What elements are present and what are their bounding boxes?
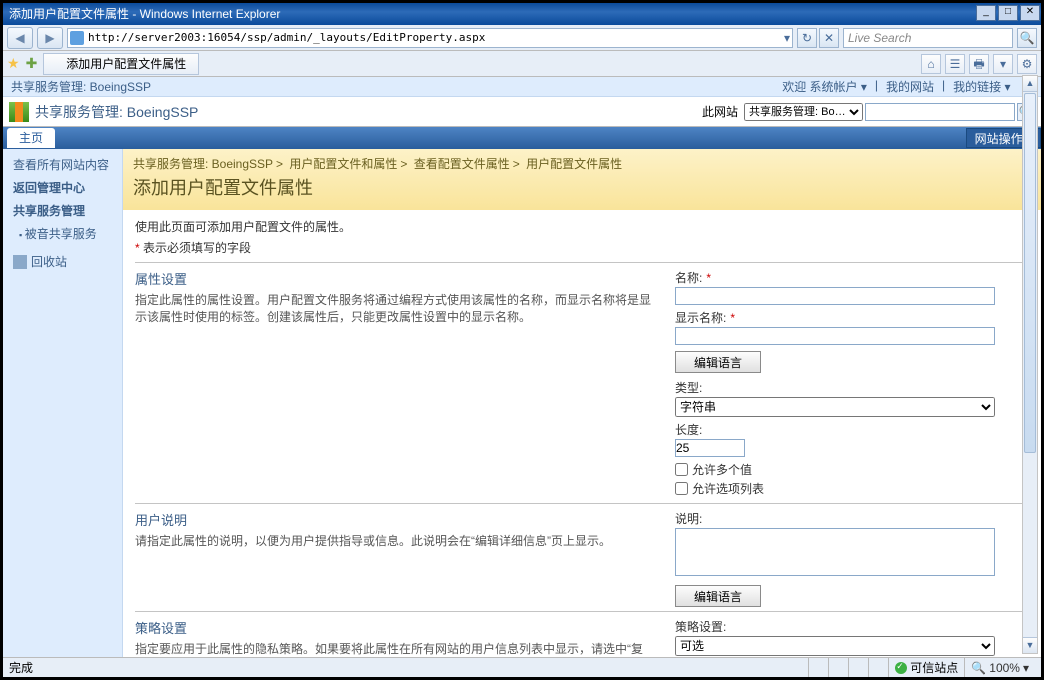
ie-page-icon	[70, 31, 84, 45]
address-dropdown-icon[interactable]: ▾	[784, 31, 790, 45]
window-title-bar: 添加用户配置文件属性 - Windows Internet Explorer _…	[3, 3, 1041, 25]
favorites-icon[interactable]: ★	[7, 55, 20, 72]
browser-nav-bar: ◀ ▶ ▾ ↻ ✕ Live Search 🔍	[3, 25, 1041, 51]
trusted-icon	[895, 662, 907, 674]
policy-setting-select[interactable]: 可选	[675, 636, 995, 656]
zoom-control[interactable]: 🔍 100% ▾	[964, 658, 1035, 677]
sec-prop-text: 指定此属性的属性设置。用户配置文件服务将通过编程方式使用该属性的名称，而显示名称…	[135, 291, 661, 325]
browser-tab-bar: ★ ✚ 添加用户配置文件属性 ⌂ ☰ 🖶 ▾ ⚙	[3, 51, 1041, 77]
sec-prop-title: 属性设置	[135, 269, 661, 288]
trusted-sites-zone[interactable]: 可信站点	[888, 658, 964, 677]
tools-menu-icon[interactable]: ⚙	[1017, 54, 1037, 74]
url-input[interactable]	[88, 31, 784, 44]
name-label: 名称:*	[675, 269, 1029, 286]
add-favorite-icon[interactable]: ✚	[26, 55, 38, 72]
mysite-link[interactable]: 我的网站	[886, 78, 934, 95]
scroll-up-button[interactable]: ▲	[1023, 76, 1037, 92]
feeds-icon[interactable]: ☰	[945, 54, 965, 74]
sidebar-ssp-admin[interactable]: 共享服务管理	[3, 199, 122, 222]
sp-search-input[interactable]	[865, 103, 1015, 121]
maximize-button[interactable]: □	[998, 5, 1018, 21]
print-icon[interactable]: 🖶	[969, 54, 989, 74]
status-bar: 完成 可信站点 🔍 100% ▾	[3, 657, 1041, 677]
browser-search-box[interactable]: Live Search	[843, 28, 1013, 48]
sidebar-this-ssp[interactable]: 被音共享服务	[3, 222, 122, 245]
search-scope-select[interactable]: 共享服务管理: Bo…	[744, 103, 863, 121]
sec-userdesc-text: 请指定此属性的说明，以便为用户提供指导或信息。此说明会在“编辑详细信息”页上显示…	[135, 532, 661, 549]
search-scope-label: 此网站	[702, 103, 738, 120]
displayname-label: 显示名称:*	[675, 309, 1029, 326]
crumb-ssp[interactable]: 共享服务管理: BoeingSSP	[133, 157, 273, 171]
allow-choice-checkbox[interactable]	[675, 482, 688, 495]
desc-label: 说明:	[675, 510, 1029, 527]
type-label: 类型:	[675, 379, 1029, 396]
status-done: 完成	[9, 659, 33, 676]
browser-tab[interactable]: 添加用户配置文件属性	[43, 53, 199, 75]
sidebar-recycle-bin[interactable]: 回收站	[3, 253, 122, 270]
crumb-current: 用户配置文件属性	[526, 157, 622, 171]
allow-multi-checkbox[interactable]	[675, 463, 688, 476]
search-go-button[interactable]: 🔍	[1017, 28, 1037, 48]
sp-logo-icon	[9, 102, 29, 122]
sp-top-nav: 主页 网站操作 ▾	[3, 127, 1041, 149]
displayname-input[interactable]	[675, 327, 995, 345]
home-icon[interactable]: ⌂	[921, 54, 941, 74]
recycle-icon	[13, 255, 27, 269]
forward-button[interactable]: ▶	[37, 27, 63, 49]
stop-button[interactable]: ✕	[819, 28, 839, 48]
edit-language-button-2[interactable]: 编辑语言	[675, 585, 761, 607]
main-content: 共享服务管理: BoeingSSP> 用户配置文件和属性> 查看配置文件属性> …	[123, 149, 1041, 673]
window-title: 添加用户配置文件属性 - Windows Internet Explorer	[9, 3, 280, 25]
desc-textarea[interactable]	[675, 528, 995, 576]
page-menu-icon[interactable]: ▾	[993, 54, 1013, 74]
search-placeholder: Live Search	[848, 31, 911, 45]
sp-global-bar: 共享服务管理: BoeingSSP 欢迎 系统帐户 ▾ | 我的网站 | 我的链…	[3, 77, 1041, 97]
mylinks-menu[interactable]: 我的链接 ▾	[953, 78, 1010, 95]
type-select[interactable]: 字符串	[675, 397, 995, 417]
address-bar[interactable]: ▾	[67, 28, 793, 48]
crumb-profiles[interactable]: 用户配置文件和属性	[289, 157, 397, 171]
quick-launch-sidebar: 查看所有网站内容 返回管理中心 共享服务管理 被音共享服务 回收站	[3, 149, 123, 673]
welcome-menu[interactable]: 欢迎 系统帐户 ▾	[782, 78, 867, 95]
sp-global-left: 共享服务管理: BoeingSSP	[11, 78, 151, 95]
crumb-view-props[interactable]: 查看配置文件属性	[414, 157, 510, 171]
page-description: 使用此页面可添加用户配置文件的属性。	[135, 218, 1029, 235]
sec-policy-title: 策略设置	[135, 618, 661, 637]
refresh-button[interactable]: ↻	[797, 28, 817, 48]
name-input[interactable]	[675, 287, 995, 305]
scroll-down-button[interactable]: ▼	[1023, 637, 1037, 653]
edit-language-button-1[interactable]: 编辑语言	[675, 351, 761, 373]
sidebar-back-admin[interactable]: 返回管理中心	[3, 176, 122, 199]
length-label: 长度:	[675, 421, 1029, 438]
page-title: 添加用户配置文件属性	[133, 174, 1031, 200]
tab-label: 添加用户配置文件属性	[66, 55, 186, 72]
home-tab[interactable]: 主页	[7, 128, 55, 148]
sp-header: 共享服务管理: BoeingSSP 此网站 共享服务管理: Bo… 🔍	[3, 97, 1041, 127]
tab-page-icon	[50, 58, 62, 70]
allow-multi-label: 允许多个值	[692, 461, 752, 478]
length-input[interactable]	[675, 439, 745, 457]
vertical-scrollbar[interactable]: ▲ ▼	[1022, 75, 1038, 654]
sp-site-title: 共享服务管理: BoeingSSP	[35, 102, 198, 122]
breadcrumb: 共享服务管理: BoeingSSP> 用户配置文件和属性> 查看配置文件属性> …	[133, 155, 1031, 172]
close-button[interactable]: ✕	[1020, 5, 1040, 21]
required-note: * 表示必须填写的字段	[135, 239, 1029, 256]
allow-choice-label: 允许选项列表	[692, 480, 764, 497]
policy-setting-label: 策略设置:	[675, 618, 1029, 635]
minimize-button[interactable]: _	[976, 5, 996, 21]
back-button[interactable]: ◀	[7, 27, 33, 49]
sec-userdesc-title: 用户说明	[135, 510, 661, 529]
scroll-thumb[interactable]	[1024, 93, 1036, 453]
sidebar-view-all[interactable]: 查看所有网站内容	[3, 153, 122, 176]
